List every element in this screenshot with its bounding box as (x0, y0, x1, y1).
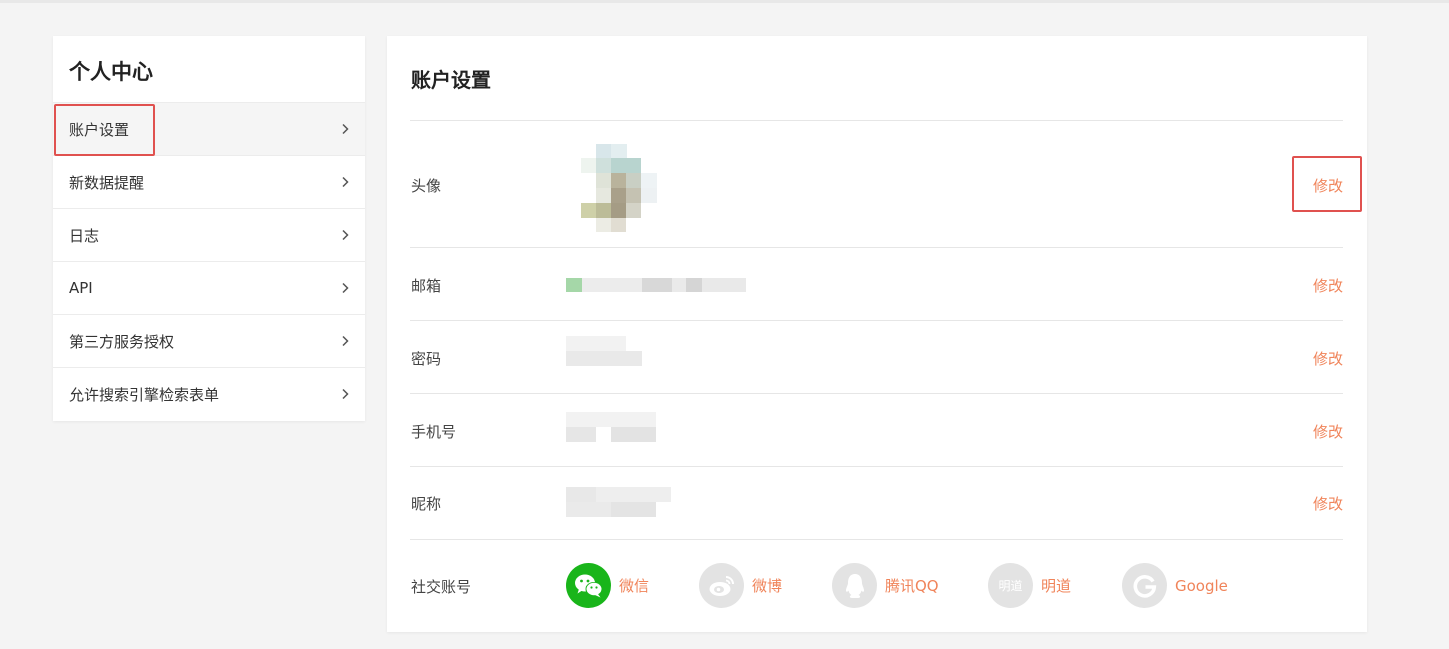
social-mingdao[interactable]: 明道 明道 (988, 563, 1071, 608)
sidebar-item-label: 账户设置 (69, 120, 130, 139)
divider (410, 320, 1343, 321)
avatar[interactable] (581, 144, 657, 232)
email-label: 邮箱 (411, 277, 442, 295)
edit-nickname-link[interactable]: 修改 (1313, 493, 1343, 514)
chevron-right-icon (339, 176, 351, 188)
social-accounts-label: 社交账号 (411, 578, 472, 596)
sidebar-item-new-data-alert[interactable]: 新数据提醒 (53, 155, 365, 208)
sidebar-item-search-engine-indexing[interactable]: 允许搜索引擎检索表单 (53, 367, 365, 420)
chevron-right-icon (339, 229, 351, 241)
social-label: 微信 (619, 577, 650, 595)
chevron-right-icon (339, 123, 351, 135)
chevron-right-icon (339, 335, 351, 347)
social-label: 微博 (752, 577, 783, 595)
sidebar-item-third-party-auth[interactable]: 第三方服务授权 (53, 314, 365, 367)
avatar-label: 头像 (411, 177, 442, 195)
sidebar: 个人中心 账户设置 新数据提醒 日志 API 第三方服务授权 允许搜索引擎检索表… (53, 36, 365, 421)
social-weibo[interactable]: 微博 (699, 563, 782, 608)
social-wechat[interactable]: 微信 (566, 563, 649, 608)
social-google[interactable]: Google (1122, 563, 1228, 608)
google-icon (1122, 563, 1167, 608)
sidebar-item-label: 新数据提醒 (69, 173, 145, 192)
password-value (566, 336, 642, 368)
sidebar-item-label: API (69, 279, 93, 297)
edit-email-link[interactable]: 修改 (1313, 275, 1343, 296)
sidebar-item-label: 允许搜索引擎检索表单 (69, 385, 220, 404)
mingdao-icon: 明道 (988, 563, 1033, 608)
sidebar-item-api[interactable]: API (53, 261, 365, 314)
social-label: 腾讯QQ (885, 577, 939, 595)
nickname-label: 昵称 (411, 495, 442, 513)
account-settings-panel: 账户设置 头像 修改 邮箱 修改 密码 修改 手机号 修改 昵称 修改 社交账号… (387, 36, 1367, 632)
sidebar-item-account-settings[interactable]: 账户设置 (53, 102, 365, 155)
phone-value (566, 412, 656, 442)
sidebar-item-log[interactable]: 日志 (53, 208, 365, 261)
sidebar-item-label: 日志 (69, 226, 100, 245)
social-qq[interactable]: 腾讯QQ (832, 563, 939, 608)
edit-password-link[interactable]: 修改 (1313, 348, 1343, 369)
sidebar-title: 个人中心 (69, 60, 153, 84)
weibo-icon (699, 563, 744, 608)
chevron-right-icon (339, 388, 351, 400)
social-label: Google (1175, 576, 1228, 595)
divider (410, 393, 1343, 394)
nickname-value (566, 487, 671, 517)
phone-label: 手机号 (411, 423, 457, 441)
chevron-right-icon (339, 282, 351, 294)
social-label: 明道 (1041, 577, 1072, 595)
edit-phone-link[interactable]: 修改 (1313, 421, 1343, 442)
email-value (566, 264, 746, 294)
divider (410, 539, 1343, 540)
divider (410, 247, 1343, 248)
sidebar-item-label: 第三方服务授权 (69, 332, 175, 351)
qq-icon (832, 563, 877, 608)
divider (410, 466, 1343, 467)
divider (410, 120, 1343, 121)
password-label: 密码 (411, 350, 442, 368)
mingdao-icon-text: 明道 (998, 579, 1023, 593)
top-divider (0, 0, 1449, 3)
wechat-icon (566, 563, 611, 608)
page-title: 账户设置 (411, 68, 491, 92)
edit-avatar-link[interactable]: 修改 (1313, 175, 1343, 196)
